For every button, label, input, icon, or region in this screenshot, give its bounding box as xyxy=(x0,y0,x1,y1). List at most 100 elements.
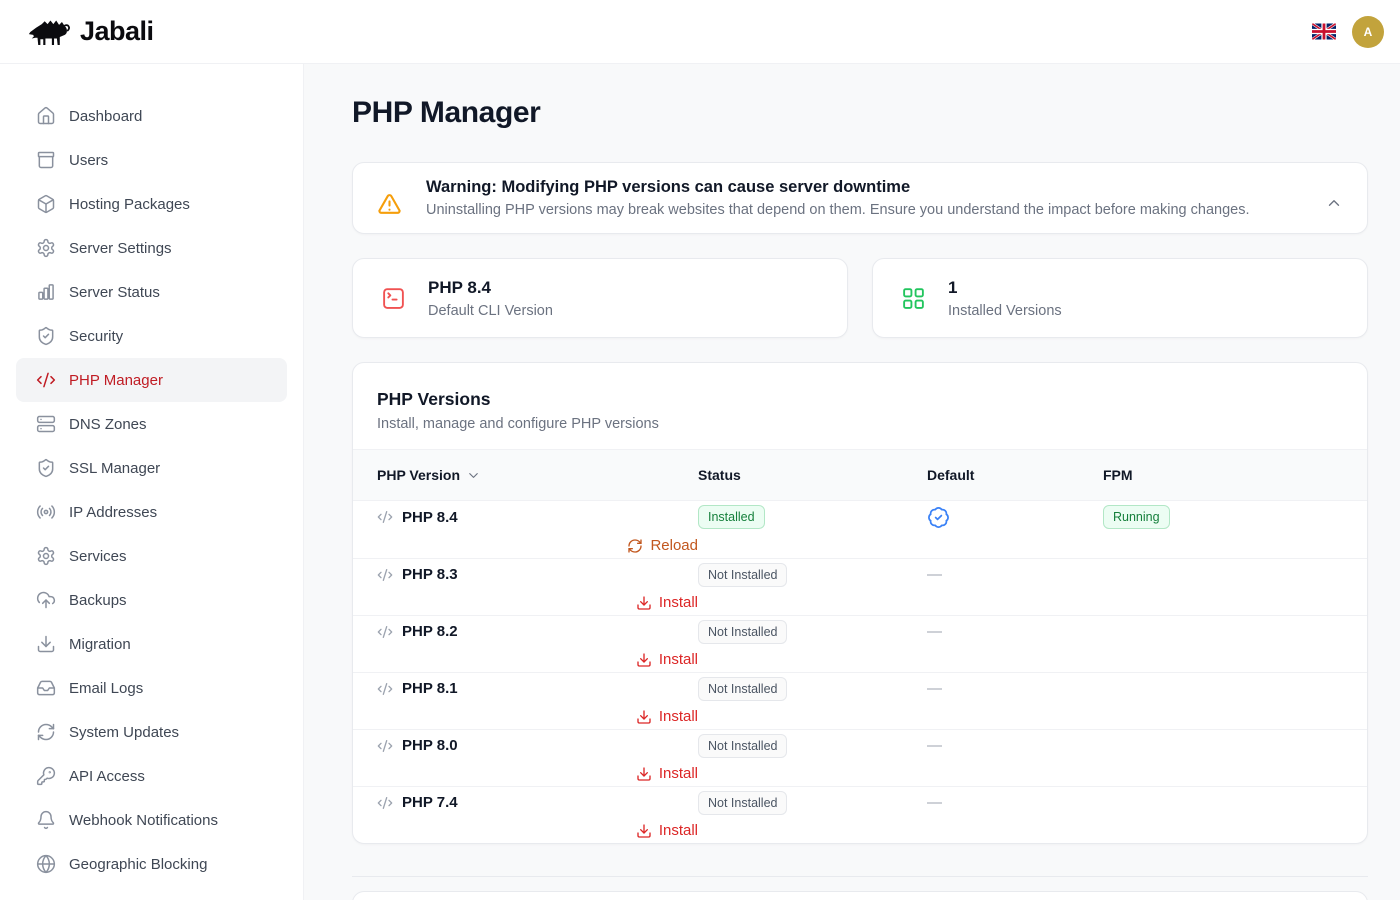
sidebar-item-geographic-blocking[interactable]: Geographic Blocking xyxy=(16,842,287,886)
sidebar-item-dns-zones[interactable]: DNS Zones xyxy=(16,402,287,446)
brand: Jabali xyxy=(26,14,154,50)
sidebar-item-users[interactable]: Users xyxy=(16,138,287,182)
sidebar-item-hosting-packages[interactable]: Hosting Packages xyxy=(16,182,287,226)
stat-cards: PHP 8.4 Default CLI Version 1 Installed … xyxy=(352,258,1368,338)
default-badge-check-icon xyxy=(927,506,950,529)
table-row: PHP 7.4 Not Installed — Install xyxy=(353,786,1367,843)
column-header-fpm: FPM xyxy=(1103,467,1343,483)
sidebar-item-label: Email Logs xyxy=(69,680,143,697)
code-icon xyxy=(377,624,393,640)
sidebar-item-label: Security xyxy=(69,328,123,345)
sidebar-item-label: Services xyxy=(69,548,127,565)
action-label: Install xyxy=(659,594,698,611)
user-avatar[interactable]: A xyxy=(1352,16,1384,48)
table-row: PHP 8.4 Installed Running Reload xyxy=(353,501,1367,558)
fpm-status-badge: Running xyxy=(1103,505,1170,530)
warning-title: Warning: Modifying PHP versions can caus… xyxy=(426,178,1301,197)
action-label: Reload xyxy=(650,537,698,554)
nav-icon xyxy=(36,370,56,390)
status-badge: Not Installed xyxy=(698,620,787,645)
reload-button[interactable]: Reload xyxy=(627,537,698,554)
sidebar-item-label: Hosting Packages xyxy=(69,196,190,213)
sidebar-item-system-updates[interactable]: System Updates xyxy=(16,710,287,754)
install-button[interactable]: Install xyxy=(636,765,698,782)
nav-icon xyxy=(36,414,56,434)
footer-panel: Jabali Panel xyxy=(352,891,1368,900)
sidebar-item-api-access[interactable]: API Access xyxy=(16,754,287,798)
stat-card-installed-versions: 1 Installed Versions xyxy=(872,258,1368,338)
sidebar-item-label: Webhook Notifications xyxy=(69,812,218,829)
no-default-dash: — xyxy=(927,737,942,754)
nav-icon xyxy=(36,634,56,654)
stat-value: 1 xyxy=(948,278,1062,298)
install-button[interactable]: Install xyxy=(636,594,698,611)
nav-icon xyxy=(36,810,56,830)
column-label: PHP Version xyxy=(377,467,460,483)
install-button[interactable]: Install xyxy=(636,822,698,839)
no-default-dash: — xyxy=(927,680,942,697)
stat-label: Installed Versions xyxy=(948,303,1062,319)
table-row: PHP 8.1 Not Installed — Install xyxy=(353,672,1367,729)
status-badge: Not Installed xyxy=(698,563,787,588)
sidebar-item-security[interactable]: Security xyxy=(16,314,287,358)
action-label: Install xyxy=(659,708,698,725)
grid-icon xyxy=(901,286,926,311)
terminal-icon xyxy=(381,286,406,311)
sidebar-item-server-settings[interactable]: Server Settings xyxy=(16,226,287,270)
nav-icon xyxy=(36,194,56,214)
sidebar-item-webhook-notifications[interactable]: Webhook Notifications xyxy=(16,798,287,842)
nav-icon xyxy=(36,546,56,566)
uk-flag-language-button[interactable] xyxy=(1312,23,1336,40)
sidebar-item-ip-addresses[interactable]: IP Addresses xyxy=(16,490,287,534)
nav-icon xyxy=(36,458,56,478)
download-icon xyxy=(636,709,652,725)
sidebar-item-label: Geographic Blocking xyxy=(69,856,207,873)
sidebar-item-backups[interactable]: Backups xyxy=(16,578,287,622)
warning-collapse-button[interactable] xyxy=(1325,194,1343,212)
action-label: Install xyxy=(659,822,698,839)
refresh-icon xyxy=(627,538,643,554)
card-title: PHP Versions xyxy=(377,389,1343,410)
install-button[interactable]: Install xyxy=(636,708,698,725)
column-header-php-version-sort[interactable]: PHP Version xyxy=(377,467,698,483)
nav-icon xyxy=(36,766,56,786)
sidebar-item-services[interactable]: Services xyxy=(16,534,287,578)
nav-icon xyxy=(36,678,56,698)
page-title: PHP Manager xyxy=(352,96,1368,130)
code-icon xyxy=(377,681,393,697)
no-default-dash: — xyxy=(927,794,942,811)
php-version-label: PHP 8.1 xyxy=(402,680,458,697)
sidebar-item-server-status[interactable]: Server Status xyxy=(16,270,287,314)
nav-icon xyxy=(36,150,56,170)
stat-card-cli-version: PHP 8.4 Default CLI Version xyxy=(352,258,848,338)
status-badge: Not Installed xyxy=(698,791,787,816)
page-footer: Jabali Panel xyxy=(352,876,1368,900)
table-body: PHP 8.4 Installed Running Reload PHP 8.3… xyxy=(353,501,1367,843)
sidebar-item-migration[interactable]: Migration xyxy=(16,622,287,666)
sidebar-item-label: Dashboard xyxy=(69,108,142,125)
code-icon xyxy=(377,795,393,811)
sidebar-item-label: Migration xyxy=(69,636,131,653)
warning-triangle-icon xyxy=(377,192,402,217)
sidebar-item-dashboard[interactable]: Dashboard xyxy=(16,94,287,138)
sidebar-item-label: DNS Zones xyxy=(69,416,147,433)
install-button[interactable]: Install xyxy=(636,651,698,668)
action-label: Install xyxy=(659,765,698,782)
sidebar-item-ssl-manager[interactable]: SSL Manager xyxy=(16,446,287,490)
nav-icon xyxy=(36,722,56,742)
sidebar-item-label: Server Settings xyxy=(69,240,172,257)
stat-value: PHP 8.4 xyxy=(428,278,553,298)
warning-description: Uninstalling PHP versions may break webs… xyxy=(426,202,1301,218)
sidebar-item-label: System Updates xyxy=(69,724,179,741)
sidebar-item-email-logs[interactable]: Email Logs xyxy=(16,666,287,710)
status-badge: Not Installed xyxy=(698,734,787,759)
code-icon xyxy=(377,738,393,754)
no-default-dash: — xyxy=(927,623,942,640)
top-header: Jabali A xyxy=(0,0,1400,64)
table-row: PHP 8.2 Not Installed — Install xyxy=(353,615,1367,672)
nav-icon xyxy=(36,590,56,610)
sidebar-item-label: API Access xyxy=(69,768,145,785)
download-icon xyxy=(636,652,652,668)
sidebar-item-php-manager[interactable]: PHP Manager xyxy=(16,358,287,402)
chevron-down-icon xyxy=(466,468,481,483)
